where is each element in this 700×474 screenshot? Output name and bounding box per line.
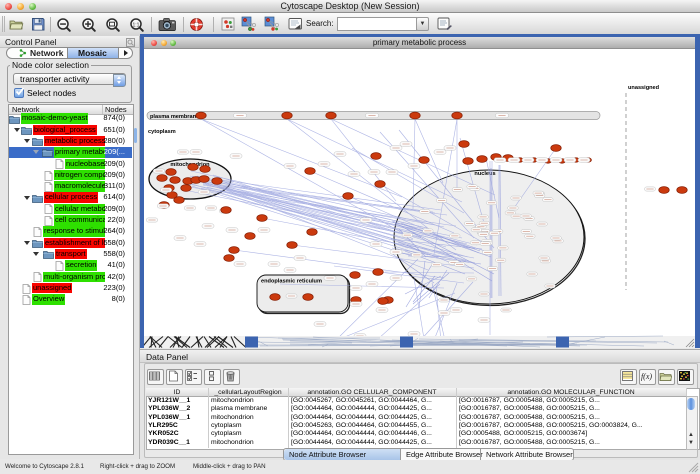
svg-text:1:1: 1:1 <box>133 22 140 28</box>
svg-text:endoplasmic reticulum: endoplasmic reticulum <box>261 279 322 285</box>
svg-text:plasma membrane: plasma membrane <box>150 114 199 120</box>
svg-text:f(x): f(x) <box>641 372 652 381</box>
svg-text:unassigned: unassigned <box>628 85 660 91</box>
svg-text:nucleus: nucleus <box>474 171 495 177</box>
svg-text:cytoplasm: cytoplasm <box>148 129 176 135</box>
